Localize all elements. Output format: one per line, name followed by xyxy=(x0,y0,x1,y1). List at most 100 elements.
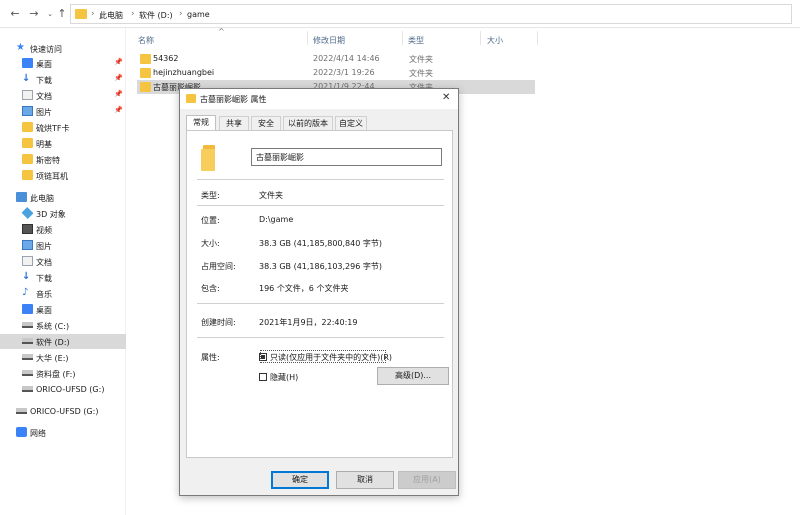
sidebar-item-drive-c[interactable]: 系统 (C:) xyxy=(0,318,126,333)
sidebar-item-label: 图片 xyxy=(36,242,52,251)
sidebar-item-drive-f[interactable]: 资料盘 (F:) xyxy=(0,366,126,381)
close-icon[interactable]: ✕ xyxy=(442,92,450,103)
file-row[interactable]: 54362 2022/4/14 14:46 文件夹 xyxy=(137,52,535,66)
column-header-name[interactable]: 名称 xyxy=(138,35,154,46)
sidebar-item-label: 斯密特 xyxy=(36,156,60,165)
sidebar-item-downloads-pc[interactable]: ↓ 下载 xyxy=(0,270,126,285)
tab-general[interactable]: 常规 xyxy=(186,115,216,130)
file-row[interactable]: hejinzhuangbei 2022/3/1 19:26 文件夹 xyxy=(137,66,535,80)
sidebar-item-label: 图片 xyxy=(36,108,52,117)
pin-icon: 📌 xyxy=(114,90,123,98)
column-divider[interactable] xyxy=(307,31,308,45)
pin-icon: 📌 xyxy=(114,58,123,66)
sidebar-item-label: 快速访问 xyxy=(30,45,62,54)
up-arrow-icon[interactable]: ↑ xyxy=(55,6,69,22)
sidebar-item-label: 音乐 xyxy=(36,290,52,299)
folder-icon xyxy=(75,9,87,19)
type-label: 类型: xyxy=(201,191,220,200)
breadcrumb-separator-icon: › xyxy=(179,9,183,19)
size-value: 38.3 GB (41,185,800,840 字节) xyxy=(259,239,382,248)
cancel-button[interactable]: 取消 xyxy=(336,471,394,489)
column-divider[interactable] xyxy=(480,31,481,45)
sidebar-item-label: 此电脑 xyxy=(30,194,54,203)
sidebar-item-this-pc[interactable]: 此电脑 xyxy=(0,190,126,205)
folder-name-input[interactable] xyxy=(251,148,442,166)
dialog-title: 古墓丽影崛影 属性 xyxy=(200,95,267,104)
sidebar-item-downloads[interactable]: ↓ 下载 📌 xyxy=(0,72,126,87)
sidebar-item-label: 软件 (D:) xyxy=(36,338,70,347)
sidebar-item-music[interactable]: ♪ 音乐 xyxy=(0,286,126,301)
breadcrumb-separator-icon: › xyxy=(91,9,95,19)
sidebar-item-3d-objects[interactable]: 3D 对象 xyxy=(0,206,126,221)
sidebar-item-quick-access[interactable]: ★ 快速访问 xyxy=(0,41,126,56)
tab-customize[interactable]: 自定义 xyxy=(335,116,367,130)
music-icon: ♪ xyxy=(22,287,29,298)
sidebar-item-folder-earphones[interactable]: 项链耳机 xyxy=(0,168,126,183)
tab-previous-versions[interactable]: 以前的版本 xyxy=(283,116,333,130)
drive-icon xyxy=(22,370,33,376)
tab-security[interactable]: 安全 xyxy=(251,116,281,130)
ok-button[interactable]: 确定 xyxy=(271,471,329,489)
column-header-date[interactable]: 修改日期 xyxy=(313,35,345,46)
contains-label: 包含: xyxy=(201,284,220,293)
breadcrumb-drive-d[interactable]: 软件 (D:) xyxy=(139,10,173,21)
address-input[interactable]: › 此电脑 › 软件 (D:) › game xyxy=(70,4,792,24)
pin-icon: 📌 xyxy=(114,74,123,82)
divider xyxy=(197,337,444,338)
apply-button[interactable]: 应用(A) xyxy=(398,471,456,489)
desktop-icon xyxy=(22,304,33,314)
sidebar-item-videos[interactable]: 视频 xyxy=(0,222,126,237)
sidebar-item-label: 资料盘 (F:) xyxy=(36,370,76,379)
breadcrumb-game[interactable]: game xyxy=(187,10,210,19)
divider xyxy=(197,179,444,180)
sidebar-item-documents[interactable]: 文档 📌 xyxy=(0,88,126,103)
sidebar-item-desktop[interactable]: 桌面 📌 xyxy=(0,56,126,71)
file-type: 文件夹 xyxy=(409,55,433,64)
file-date: 2022/3/1 19:26 xyxy=(313,68,375,77)
video-icon xyxy=(22,224,33,234)
sidebar-item-network[interactable]: 网络 xyxy=(0,425,126,440)
sidebar-item-desktop-pc[interactable]: 桌面 xyxy=(0,302,126,317)
network-icon xyxy=(16,427,27,437)
sidebar-item-pictures[interactable]: 图片 📌 xyxy=(0,104,126,119)
sidebar-item-label: 视频 xyxy=(36,226,52,235)
sidebar-item-folder-smit[interactable]: 斯密特 xyxy=(0,152,126,167)
sidebar-item-folder-tf[interactable]: 硫烘TF卡 xyxy=(0,120,126,135)
drive-icon xyxy=(22,386,33,392)
folder-icon xyxy=(140,54,151,64)
sidebar-item-drive-g-root[interactable]: ORICO-UFSD (G:) xyxy=(0,404,126,419)
document-icon xyxy=(22,256,33,266)
sidebar-item-label: 大华 (E:) xyxy=(36,354,69,363)
dialog-title-bar[interactable]: 古墓丽影崛影 属性 ✕ xyxy=(180,89,458,109)
folder-icon xyxy=(22,170,33,180)
file-list-header: 名称 修改日期 类型 大小 xyxy=(127,28,800,48)
sidebar-item-drive-d[interactable]: 软件 (D:) xyxy=(0,334,126,349)
column-header-size[interactable]: 大小 xyxy=(487,35,503,46)
drive-icon xyxy=(16,408,27,414)
advanced-button[interactable]: 高级(D)... xyxy=(377,367,449,385)
location-label: 位置: xyxy=(201,216,220,225)
hidden-checkbox-label[interactable]: 隐藏(H) xyxy=(270,372,298,383)
forward-arrow-icon[interactable]: → xyxy=(27,6,41,22)
sidebar-item-drive-g[interactable]: ORICO-UFSD (G:) xyxy=(0,382,126,397)
column-divider[interactable] xyxy=(402,31,403,45)
sidebar-item-drive-e[interactable]: 大华 (E:) xyxy=(0,350,126,365)
contains-value: 196 个文件，6 个文件夹 xyxy=(259,284,349,293)
created-label: 创建时间: xyxy=(201,318,236,327)
column-header-type[interactable]: 类型 xyxy=(408,35,424,46)
address-bar-row: ← → ⌄ ↑ › 此电脑 › 软件 (D:) › game xyxy=(0,0,800,28)
divider xyxy=(197,303,444,304)
folder-icon xyxy=(22,154,33,164)
3d-objects-icon xyxy=(21,207,34,219)
sidebar-item-folder-benq[interactable]: 明基 xyxy=(0,136,126,151)
sidebar-item-documents-pc[interactable]: 文档 xyxy=(0,254,126,269)
tab-sharing[interactable]: 共享 xyxy=(219,116,249,130)
document-icon xyxy=(22,90,33,100)
sidebar-item-pictures-pc[interactable]: 图片 xyxy=(0,238,126,253)
hidden-checkbox[interactable] xyxy=(259,373,267,381)
column-divider[interactable] xyxy=(537,31,538,45)
drive-icon xyxy=(22,338,33,344)
back-arrow-icon[interactable]: ← xyxy=(8,6,22,22)
sort-ascending-icon: ^ xyxy=(218,27,225,36)
breadcrumb-this-pc[interactable]: 此电脑 xyxy=(99,10,123,21)
